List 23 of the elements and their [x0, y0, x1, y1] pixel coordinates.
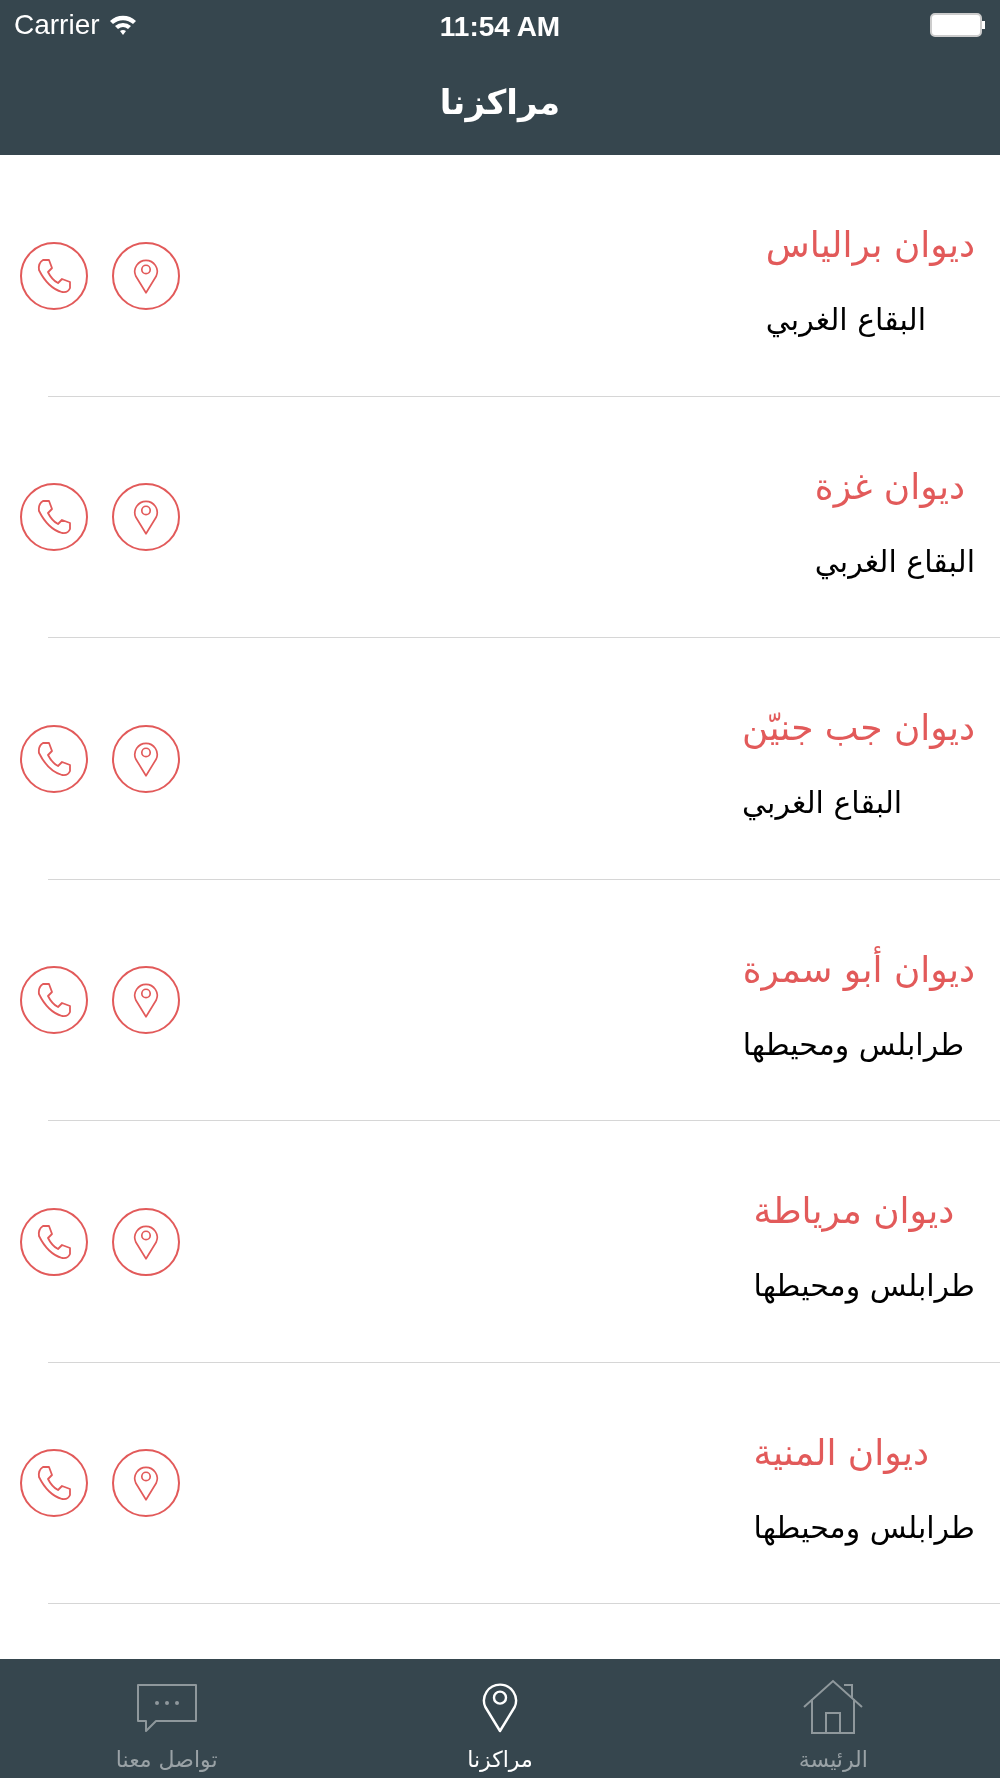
center-region: البقاع الغربي	[765, 303, 926, 337]
map-pin-icon	[132, 981, 160, 1020]
battery-icon	[930, 12, 986, 38]
center-name: ديوان برالياس	[765, 225, 975, 266]
map-pin-icon	[132, 498, 160, 537]
center-name: ديوان مرياطة	[753, 1191, 955, 1232]
center-name: ديوان جب جنيّن	[742, 708, 975, 749]
tab[interactable]: مراكزنا	[333, 1659, 667, 1778]
center-region: طرابلس ومحيطها	[753, 1510, 975, 1544]
center-region: البقاع الغربي	[814, 544, 975, 578]
clock-time: 11:54 AM	[439, 10, 561, 44]
map-pin-icon	[132, 1464, 160, 1503]
carrier-text: Carrier	[14, 8, 100, 42]
center-region: طرابلس ومحيطها	[742, 1027, 965, 1061]
tab[interactable]: الرئيسة	[666, 1659, 1000, 1778]
chat-icon	[135, 1683, 198, 1735]
center-region: البقاع الغربي	[742, 786, 903, 820]
center-name: ديوان غزة	[814, 466, 965, 507]
home-icon	[802, 1679, 865, 1735]
center-name: ديوان المنية	[753, 1432, 929, 1473]
tab[interactable]: تواصل معنا	[0, 1659, 334, 1778]
page-title: مراكزنا	[439, 81, 561, 125]
center-region: طرابلس ومحيطها	[753, 1269, 975, 1303]
